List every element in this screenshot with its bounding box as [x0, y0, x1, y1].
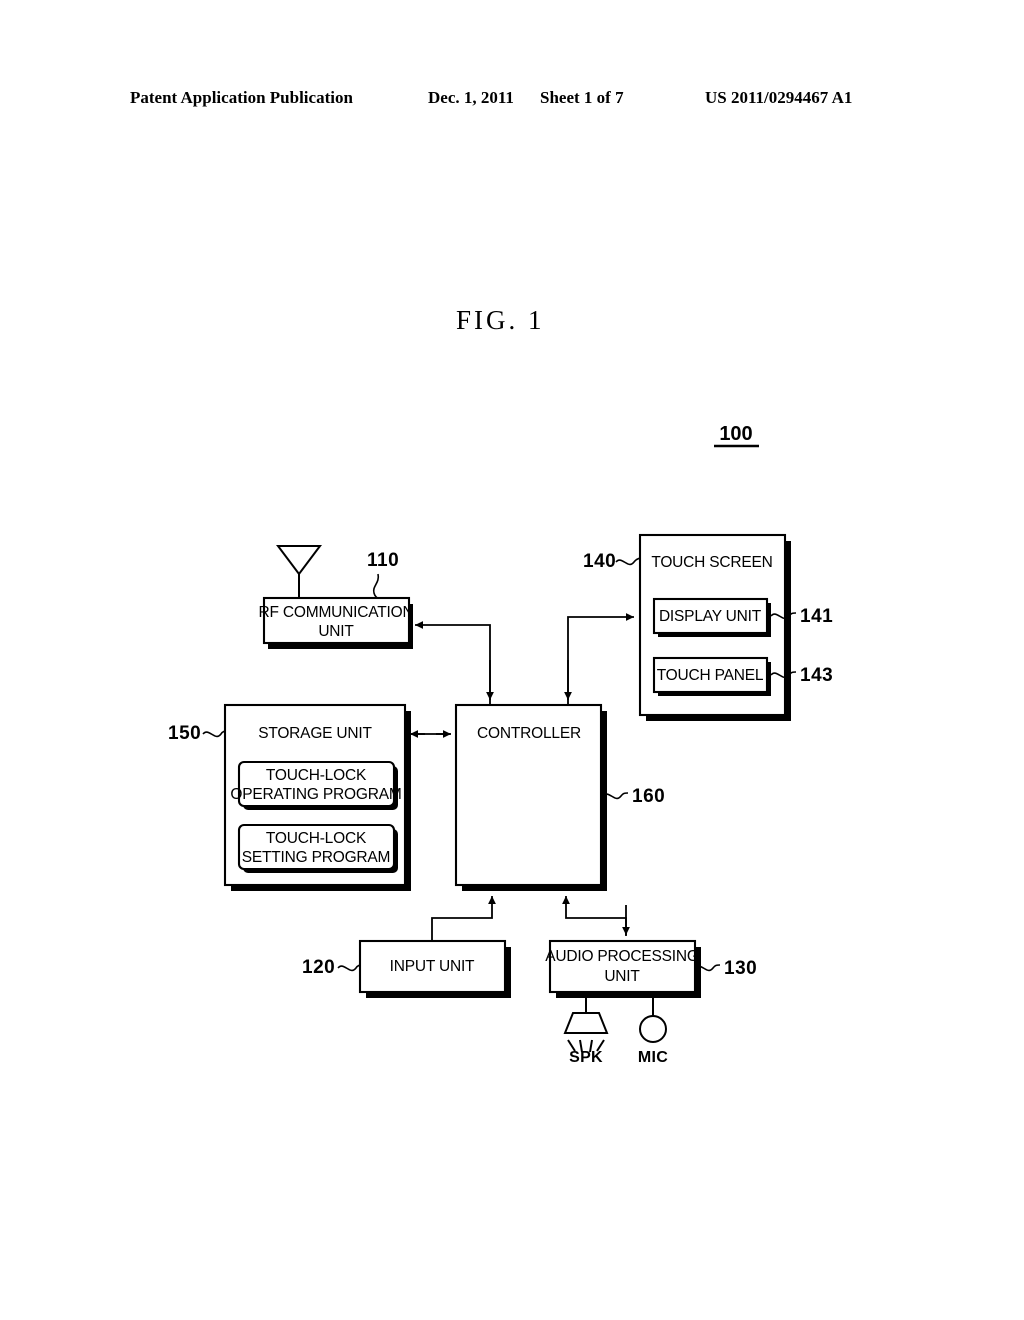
audio-processing-unit-label-line2: UNIT — [604, 968, 640, 985]
ref-141-label: 141 — [800, 606, 833, 627]
ref-150-label: 150 — [168, 723, 201, 744]
ref-160: 160 — [602, 786, 665, 807]
touch-panel-block[interactable]: TOUCH PANEL — [652, 656, 771, 696]
connector-input-to-controller — [431, 896, 496, 941]
ref-110-label: 110 — [367, 550, 399, 571]
ref-150: 150 — [168, 723, 226, 744]
display-unit-label: DISPLAY UNIT — [659, 608, 762, 625]
ref-120: 120 — [302, 957, 361, 978]
ref-143-label: 143 — [800, 665, 833, 686]
display-unit-block[interactable]: DISPLAY UNIT — [652, 597, 771, 637]
audio-processing-unit-label-line1: AUDIO PROCESSING — [545, 948, 699, 965]
touch-lock-operating-program-label-line2: OPERATING PROGRAM — [230, 786, 401, 803]
touch-screen-label: TOUCH SCREEN — [651, 554, 772, 571]
ref-110: 110 — [367, 550, 399, 599]
microphone-icon — [639, 992, 667, 1043]
input-unit-label: INPUT UNIT — [390, 958, 475, 975]
ref-130: 130 — [694, 958, 757, 979]
rf-communication-unit-label-line1: RF COMMUNICATION — [259, 604, 414, 621]
ref-140-label: 140 — [583, 551, 616, 572]
speaker-icon — [563, 992, 609, 1053]
controller-label: CONTROLLER — [477, 725, 581, 742]
audio-processing-unit-block[interactable]: AUDIO PROCESSING UNIT — [545, 939, 701, 998]
controller-block[interactable]: CONTROLLER — [454, 703, 607, 891]
storage-unit-label: STORAGE UNIT — [258, 725, 372, 742]
speaker-label: SPK — [569, 1049, 603, 1066]
touch-screen-block[interactable]: TOUCH SCREEN DISPLAY UNIT TOUCH PANEL — [638, 533, 791, 721]
ref-160-label: 160 — [632, 786, 665, 807]
touch-lock-operating-program-block[interactable]: TOUCH-LOCK OPERATING PROGRAM — [230, 760, 402, 810]
rf-communication-unit-block[interactable]: RF COMMUNICATION UNIT — [259, 596, 414, 649]
antenna-icon — [276, 545, 322, 598]
touch-panel-label: TOUCH PANEL — [657, 667, 764, 684]
touch-lock-operating-program-label-line1: TOUCH-LOCK — [266, 767, 367, 784]
storage-unit-block[interactable]: STORAGE UNIT TOUCH-LOCK OPERATING PROGRA… — [223, 703, 411, 891]
connector-controller-to-rf — [415, 621, 494, 705]
ref-120-label: 120 — [302, 957, 335, 978]
touch-lock-setting-program-label-line1: TOUCH-LOCK — [266, 830, 367, 847]
block-diagram: 100 RF COMMUNICATION UNIT 110 TOUCH SCRE… — [168, 423, 833, 1066]
ref-140: 140 — [583, 551, 641, 572]
rf-communication-unit-label-line2: UNIT — [318, 623, 354, 640]
touch-lock-setting-program-block[interactable]: TOUCH-LOCK SETTING PROGRAM — [237, 823, 398, 873]
system-ref-label: 100 — [719, 423, 752, 445]
system-ref-100: 100 — [714, 423, 759, 448]
touch-lock-setting-program-label-line2: SETTING PROGRAM — [242, 849, 391, 866]
connector-controller-to-audio — [562, 896, 630, 936]
input-unit-block[interactable]: INPUT UNIT — [358, 939, 511, 998]
ref-130-label: 130 — [724, 958, 757, 979]
connector-controller-to-touch-screen — [564, 613, 634, 705]
microphone-label: MIC — [638, 1049, 668, 1066]
